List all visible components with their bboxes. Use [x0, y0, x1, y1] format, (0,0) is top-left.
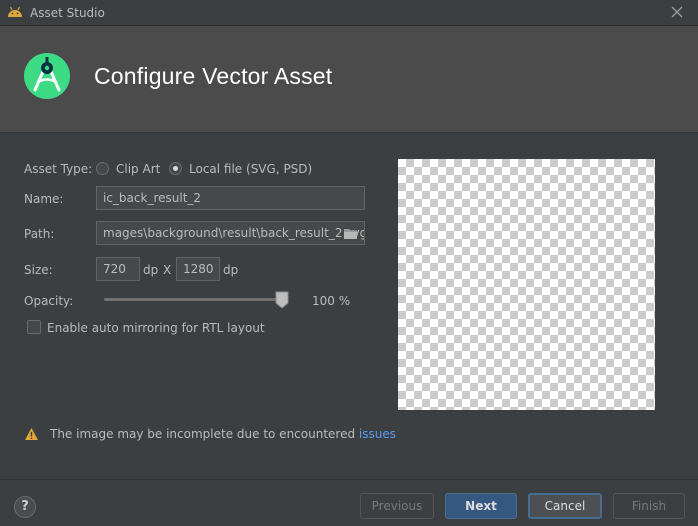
android-icon — [8, 6, 22, 17]
size-separator: X — [163, 263, 172, 277]
asset-type-label: Asset Type: — [24, 162, 93, 176]
height-input[interactable]: 1280 — [176, 257, 220, 281]
size-label: Size: — [24, 263, 53, 277]
previous-button[interactable]: Previous — [360, 493, 434, 519]
name-input[interactable]: ic_back_result_2 — [96, 186, 365, 210]
warning-message: The image may be incomplete due to encou… — [50, 427, 396, 441]
page-title: Configure Vector Asset — [94, 63, 333, 89]
issues-link[interactable]: issues — [359, 427, 396, 441]
warning-text: The image may be incomplete due to encou… — [50, 427, 359, 441]
radio-local-file-label[interactable]: Local file (SVG, PSD) — [189, 162, 312, 176]
opacity-label: Opacity: — [24, 294, 74, 308]
android-studio-logo-icon — [24, 53, 70, 99]
radio-local-file[interactable] — [169, 162, 182, 175]
next-button[interactable]: Next — [445, 493, 517, 519]
finish-button[interactable]: Finish — [613, 493, 685, 519]
title-bar: Asset Studio — [0, 0, 698, 26]
button-bar: ? Previous Next Cancel Finish — [0, 479, 698, 526]
warning-icon — [25, 428, 38, 440]
height-unit: dp — [223, 263, 239, 277]
path-label: Path: — [24, 227, 55, 241]
wizard-header: Configure Vector Asset — [0, 26, 698, 133]
window-title: Asset Studio — [30, 6, 105, 20]
width-input[interactable]: 720 — [96, 257, 140, 281]
path-input[interactable]: mages\background\result\back_result_2.sv… — [96, 221, 365, 245]
cancel-button[interactable]: Cancel — [528, 493, 602, 519]
folder-icon[interactable] — [343, 227, 359, 240]
radio-clip-art-label[interactable]: Clip Art — [116, 162, 160, 176]
help-button[interactable]: ? — [14, 496, 36, 518]
form-area: Asset Type: Clip Art Local file (SVG, PS… — [0, 134, 698, 479]
width-unit: dp — [143, 263, 159, 277]
opacity-slider-thumb[interactable] — [275, 291, 289, 309]
asset-preview — [398, 159, 655, 410]
radio-clip-art[interactable] — [96, 162, 109, 175]
close-icon[interactable] — [670, 5, 684, 19]
opacity-value: 100 % — [312, 294, 351, 308]
rtl-mirroring-checkbox[interactable] — [27, 320, 41, 334]
rtl-mirroring-label[interactable]: Enable auto mirroring for RTL layout — [47, 321, 265, 335]
name-label: Name: — [24, 192, 64, 206]
opacity-slider[interactable] — [104, 298, 288, 301]
